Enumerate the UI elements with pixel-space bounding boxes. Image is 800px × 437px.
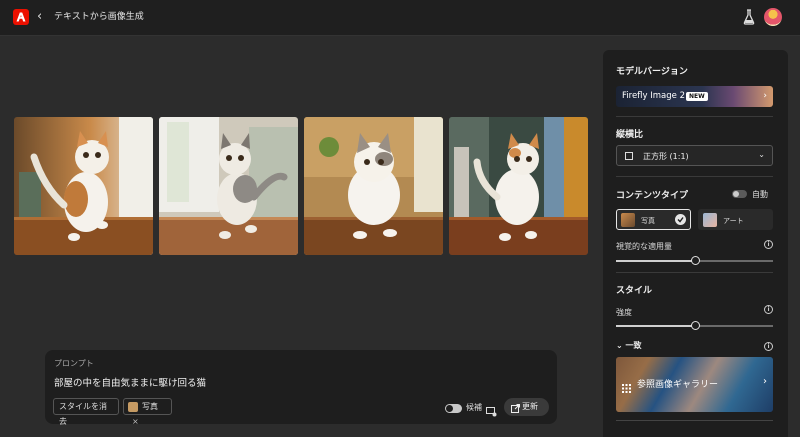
model-name: Firefly Image 2	[622, 91, 685, 101]
candidates-toggle[interactable]	[445, 404, 462, 413]
visual-intensity-slider[interactable]	[616, 256, 773, 265]
generated-image-3[interactable]	[304, 117, 443, 255]
match-label: 一致	[625, 341, 642, 350]
slider-fill	[616, 325, 695, 327]
slider-fill	[616, 260, 695, 262]
model-version-heading: モデルバージョン	[616, 67, 688, 77]
generated-image-2[interactable]	[159, 117, 298, 255]
info-icon[interactable]: i	[764, 240, 773, 249]
settings-panel: モデルバージョン Firefly Image 2 NEW › 縦横比 正方形 (…	[603, 50, 788, 437]
check-icon	[675, 214, 686, 225]
back-chevron-icon[interactable]: ‹	[37, 9, 42, 25]
photo-thumbnail-icon	[621, 213, 635, 227]
flask-icon[interactable]	[743, 9, 755, 29]
reference-gallery-button[interactable]: 参照画像ギャラリー ›	[616, 357, 773, 412]
prompt-box: プロンプト 部屋の中を自由気ままに駆け回る猫 スタイルを消去 写真× 候補 更新	[45, 350, 557, 426]
new-badge: NEW	[686, 92, 708, 101]
compare-icon[interactable]	[486, 402, 497, 421]
content-type-art[interactable]: アート	[698, 209, 773, 230]
art-thumbnail-icon	[703, 213, 717, 227]
match-section-toggle[interactable]: ⌄ 一致	[616, 340, 642, 351]
clear-style-button[interactable]: スタイルを消去	[53, 398, 119, 426]
prompt-input[interactable]: 部屋の中を自由気ままに駆け回る猫	[54, 375, 206, 389]
auto-toggle[interactable]	[732, 190, 747, 198]
generated-image-1[interactable]	[14, 117, 153, 255]
photo-chip-label: 写真	[142, 402, 158, 411]
slider-handle[interactable]	[690, 256, 700, 265]
info-icon[interactable]: i	[764, 342, 773, 351]
chevron-right-icon: ›	[763, 376, 767, 387]
page-title: テキストから画像生成	[54, 12, 144, 22]
aspect-ratio-value: 正方形 (1:1)	[643, 152, 689, 161]
content-type-art-label: アート	[723, 217, 744, 225]
adobe-logo-icon[interactable]	[13, 9, 29, 25]
aspect-ratio-heading: 縦横比	[616, 130, 644, 140]
info-icon[interactable]: i	[764, 305, 773, 314]
chevron-down-icon: ⌄	[616, 341, 626, 350]
avatar[interactable]	[764, 8, 782, 26]
grid-icon	[622, 378, 631, 397]
content-type-heading: コンテンツタイプ	[616, 191, 689, 201]
top-bar: ‹ テキストから画像生成	[0, 0, 800, 36]
divider	[616, 272, 773, 273]
chevron-down-icon: ⌄	[758, 150, 765, 159]
remove-chip-icon[interactable]: ×	[132, 417, 139, 426]
content-type-photo[interactable]: 写真	[616, 209, 691, 230]
prompt-label: プロンプト	[54, 359, 94, 368]
model-version-selector[interactable]: Firefly Image 2 NEW ›	[616, 86, 773, 107]
photo-style-chip[interactable]: 写真×	[123, 398, 172, 426]
divider	[616, 116, 773, 117]
aspect-ratio-dropdown[interactable]: 正方形 (1:1) ⌄	[616, 145, 773, 166]
gallery-label: 参照画像ギャラリー	[637, 380, 719, 390]
divider	[616, 176, 773, 177]
strength-slider[interactable]	[616, 321, 773, 330]
content-type-photo-label: 写真	[641, 217, 655, 225]
strength-label: 強度	[616, 308, 632, 317]
refresh-icon	[511, 402, 520, 420]
auto-label: 自動	[752, 190, 768, 199]
slider-handle[interactable]	[690, 321, 700, 330]
generated-image-4[interactable]	[449, 117, 588, 255]
candidates-label: 候補	[466, 403, 482, 412]
chevron-right-icon: ›	[763, 91, 767, 101]
update-button-label: 更新	[522, 402, 538, 411]
square-icon	[625, 152, 633, 160]
photo-thumbnail-icon	[128, 401, 138, 412]
style-heading: スタイル	[616, 286, 653, 296]
update-button[interactable]: 更新	[504, 398, 549, 416]
divider	[616, 420, 773, 426]
visual-intensity-label: 視覚的な適用量	[616, 242, 672, 251]
